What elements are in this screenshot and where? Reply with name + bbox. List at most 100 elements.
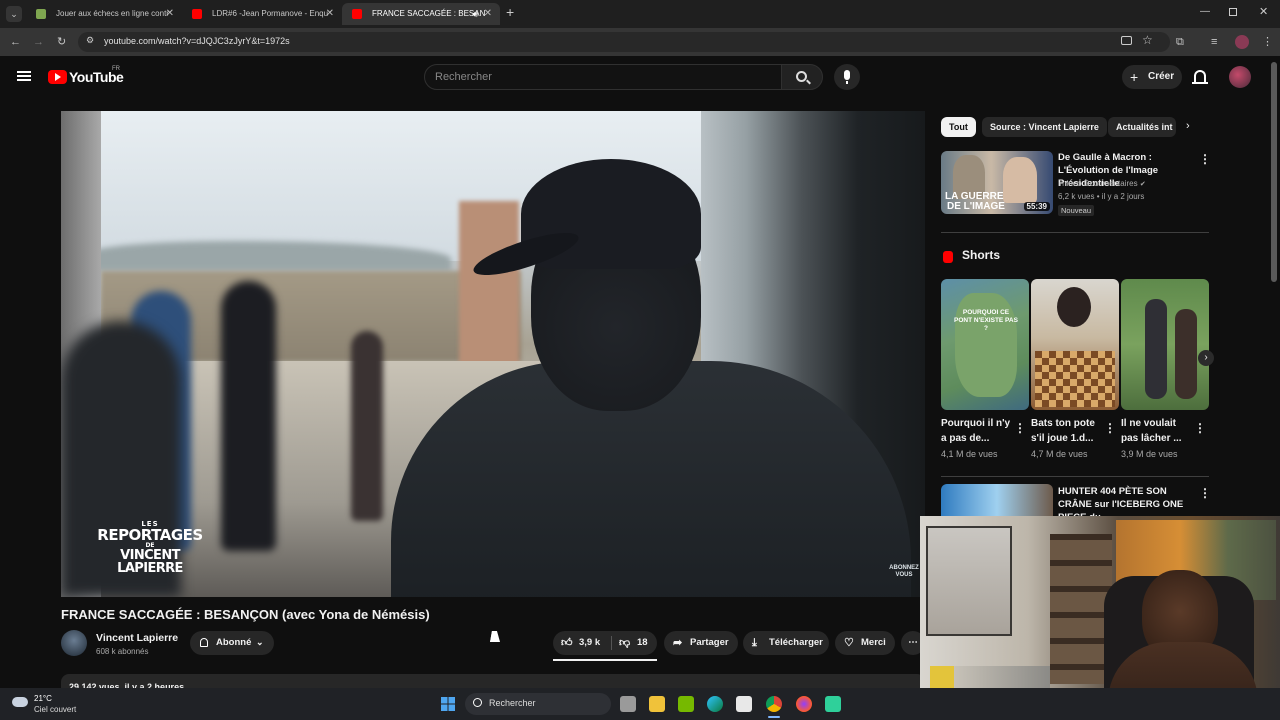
thumb-right-portrait: [1003, 157, 1037, 203]
voice-search-button[interactable]: [834, 64, 860, 90]
browser-tab-france-saccagee[interactable]: FRANCE SACCAGÉE : BESAN 🔊︎ ✕: [342, 3, 500, 25]
like-progress-fill: [553, 659, 657, 661]
short-thumbnail[interactable]: POURQUOI CE PONT N'EXISTE PAS ?: [941, 279, 1029, 410]
bookmark-star-icon[interactable]: ☆: [1142, 33, 1153, 47]
webcam-monitor: [926, 526, 1012, 636]
subscribed-label: Abonné: [216, 637, 252, 648]
channel-avatar[interactable]: [61, 630, 87, 656]
short-title[interactable]: Il ne voulait pas lâcher ...: [1121, 416, 1191, 446]
close-tab-icon[interactable]: ✕: [484, 3, 492, 25]
video-title: FRANCE SACCAGÉE : BESANÇON (avec Yona de…: [61, 607, 430, 622]
site-info-icon[interactable]: ⚙: [86, 35, 94, 46]
super-thanks-icon: ♡: [844, 637, 854, 649]
subscribe-corner-badge[interactable]: ABONNEZ VOUS: [889, 565, 919, 579]
download-icon: ⤓: [752, 637, 757, 649]
more-vertical-icon[interactable]: ⋮: [1014, 422, 1026, 434]
short-title[interactable]: Pourquoi il n'y a pas de...: [941, 416, 1011, 446]
weather-widget[interactable]: 21°C Ciel couvert: [10, 692, 100, 716]
dislike-button[interactable]: 👎︎ 18: [613, 631, 657, 655]
account-avatar[interactable]: [1229, 66, 1251, 88]
browser-tab-bar: ⌄ Jouer aux échecs en ligne contr ✕ LDR#…: [0, 0, 1280, 28]
download-button[interactable]: ⤓ Télécharger: [743, 631, 829, 655]
microphone-icon: [844, 70, 850, 80]
create-button[interactable]: + Créer: [1122, 65, 1182, 89]
share-button[interactable]: ➦ Partager: [664, 631, 738, 655]
verified-check-icon: ✔: [1139, 181, 1146, 188]
chip-source[interactable]: Source : Vincent Lapierre: [982, 117, 1107, 137]
restore-icon[interactable]: [1229, 8, 1237, 16]
close-tab-icon[interactable]: ✕: [326, 3, 334, 25]
file-explorer-icon[interactable]: [649, 696, 665, 712]
install-app-icon[interactable]: [1121, 36, 1132, 45]
notifications-bell-icon[interactable]: [1192, 70, 1208, 84]
more-vertical-icon[interactable]: ⋮: [1199, 487, 1209, 499]
firefox-icon[interactable]: [796, 696, 812, 712]
search-input[interactable]: [435, 71, 755, 83]
store-icon[interactable]: [736, 696, 752, 712]
minimize-icon[interactable]: —: [1200, 6, 1210, 17]
media-controls-icon[interactable]: ≡: [1211, 35, 1217, 49]
section-divider: [941, 476, 1209, 477]
chip-all[interactable]: Tout: [941, 117, 976, 137]
more-vertical-icon[interactable]: ⋮: [1199, 153, 1211, 165]
search-box[interactable]: [424, 64, 782, 90]
more-vertical-icon[interactable]: ⋮: [1104, 422, 1116, 434]
chips-next-icon[interactable]: ›: [1186, 120, 1190, 132]
watermark-line: REPORTAGES: [97, 526, 203, 544]
streaming-app-icon[interactable]: [825, 696, 841, 712]
new-badge: Nouveau: [1058, 205, 1095, 216]
reload-icon[interactable]: ↻: [57, 35, 66, 49]
browser-menu-icon[interactable]: ⋮: [1262, 35, 1273, 49]
short-title[interactable]: Bats ton pote s'il joue 1.d...: [1031, 416, 1101, 446]
short-person: [1145, 299, 1167, 399]
chrome-active-indicator: [768, 716, 780, 718]
short-thumbnail[interactable]: [1031, 279, 1119, 410]
close-tab-icon[interactable]: ✕: [166, 3, 174, 25]
close-window-icon[interactable]: ✕: [1259, 5, 1268, 18]
channel-name[interactable]: Vincent Lapierre: [96, 632, 178, 644]
scene-person: [351, 331, 383, 521]
like-button[interactable]: 👍︎ 3,9 k: [553, 631, 611, 655]
task-view-icon[interactable]: [620, 696, 636, 712]
shorts-title: Shorts: [962, 248, 1001, 262]
back-icon[interactable]: ←: [10, 35, 21, 49]
profile-avatar[interactable]: [1235, 35, 1249, 49]
browser-tab-chess[interactable]: Jouer aux échecs en ligne contr ✕: [26, 3, 182, 25]
browser-tab-ldr[interactable]: LDR#6 -Jean Pormanove - Enqu ✕: [182, 3, 342, 25]
scene-tower: [459, 201, 519, 371]
hamburger-menu-icon[interactable]: [17, 71, 31, 81]
nvidia-icon[interactable]: [678, 696, 694, 712]
recommended-video[interactable]: LA GUERRE DE L'IMAGE 55:39 De Gaulle à M…: [941, 151, 1211, 216]
shorts-next-icon[interactable]: ›: [1198, 350, 1214, 366]
page-scrollbar[interactable]: [1271, 62, 1277, 282]
audio-playing-icon[interactable]: 🔊︎: [472, 3, 478, 25]
chessboard: [1035, 351, 1115, 407]
youtube-favicon-icon: [352, 9, 362, 19]
tab-list-icon[interactable]: ⌄: [6, 6, 22, 22]
thumbs-up-icon: 👍︎: [561, 637, 573, 649]
subscribed-button[interactable]: Abonné ⌄: [190, 631, 274, 655]
edge-icon[interactable]: [707, 696, 723, 712]
channel-watermark: LES REPORTAGES DE VINCENT LAPIERRE: [95, 521, 205, 576]
like-progress-bar: [553, 659, 657, 661]
search-button[interactable]: [781, 64, 823, 90]
youtube-play-icon: [48, 70, 67, 84]
thanks-button[interactable]: ♡ Merci: [835, 631, 895, 655]
tab-title: Jouer aux échecs en ligne contr: [56, 9, 169, 18]
address-bar[interactable]: ⚙ youtube.com/watch?v=dJQJC3zJyrY&t=1972…: [78, 32, 1170, 52]
short-views: 4,7 M de vues: [1031, 449, 1088, 459]
extensions-icon[interactable]: ⧉: [1176, 35, 1184, 49]
taskbar-search[interactable]: Rechercher: [465, 693, 611, 715]
taskbar-search-label: Rechercher: [489, 698, 536, 708]
new-tab-button[interactable]: +: [506, 4, 514, 20]
more-vertical-icon[interactable]: ⋮: [1194, 422, 1206, 434]
short-thumbnail[interactable]: [1121, 279, 1209, 410]
youtube-header: YouTube FR + Créer: [0, 56, 1280, 100]
chip-news[interactable]: Actualités int: [1108, 117, 1176, 137]
video-player[interactable]: LES REPORTAGES DE VINCENT LAPIERRE ABONN…: [61, 111, 925, 597]
windows-start-icon[interactable]: [441, 697, 455, 711]
forward-icon[interactable]: →: [33, 35, 44, 49]
chrome-icon[interactable]: [766, 696, 782, 712]
recommended-channel: imineo Documentaires: [1058, 179, 1138, 188]
recommended-video[interactable]: HUNTER 404 PÈTE SON CRÂNE sur l'ICEBERG …: [941, 484, 1209, 516]
